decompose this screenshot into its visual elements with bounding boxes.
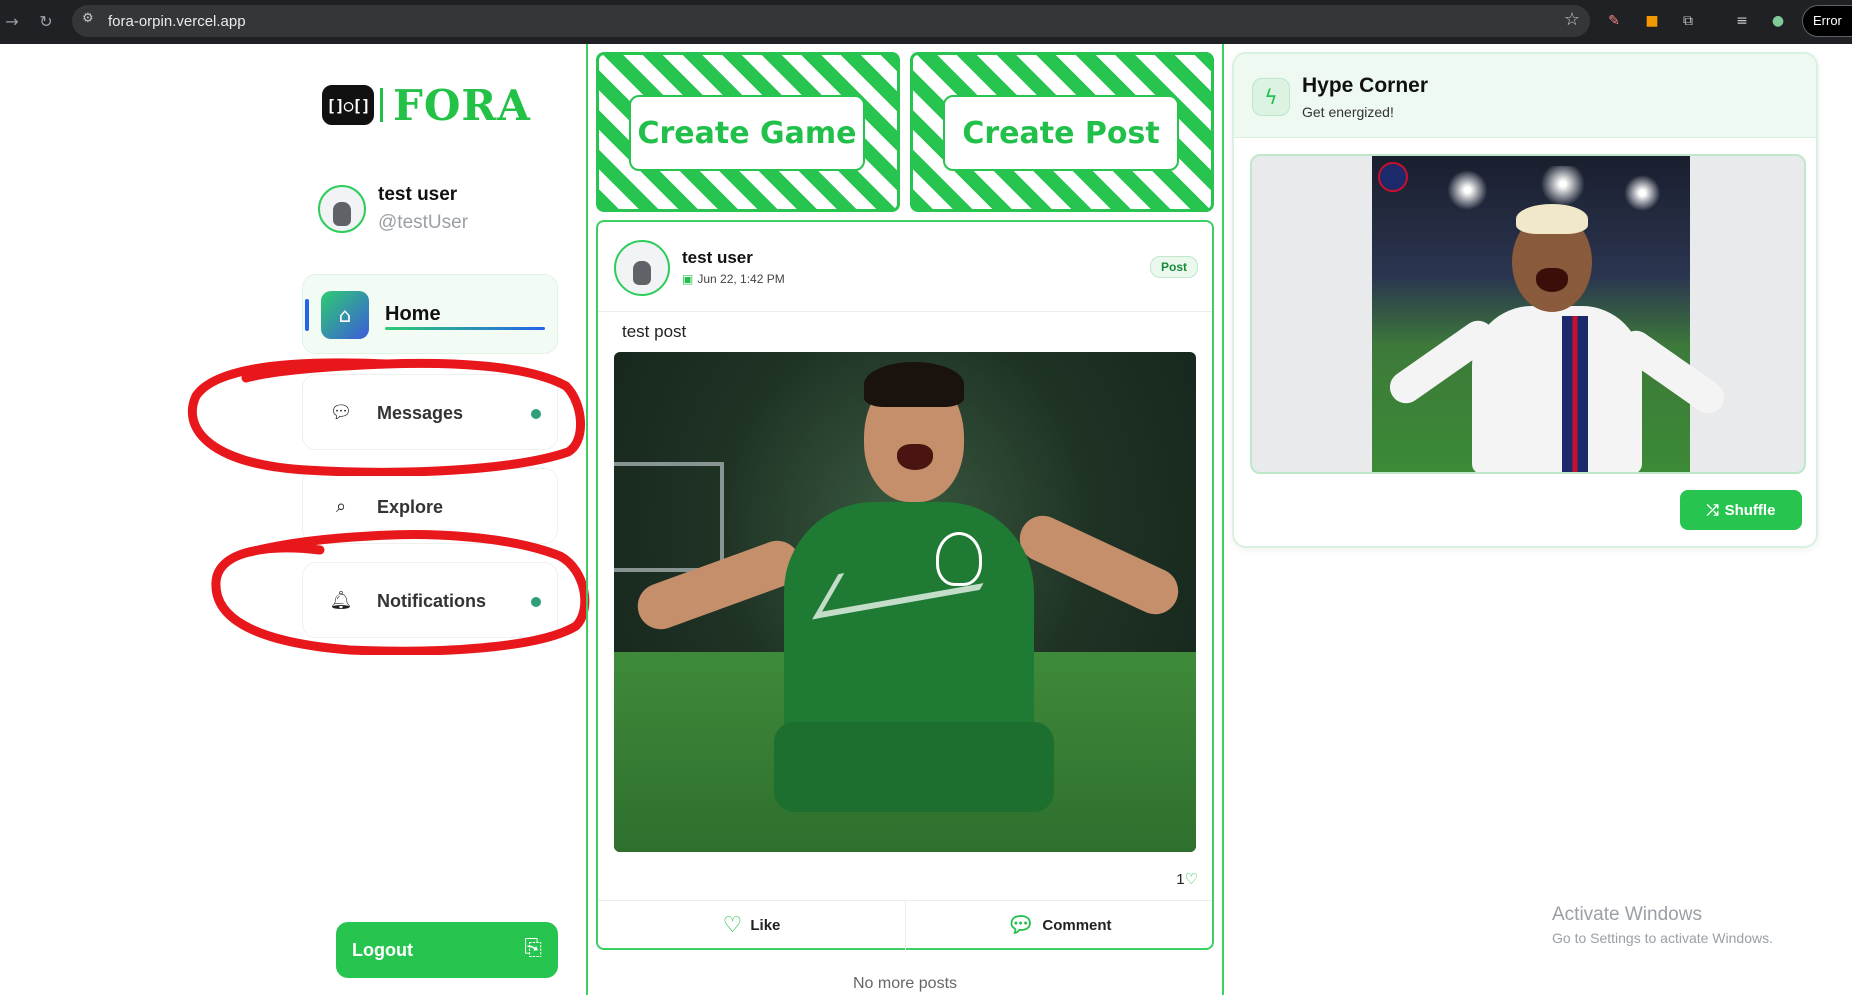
user-handle: @testUser	[378, 212, 469, 233]
player-jersey	[784, 502, 1034, 752]
logo-wordmark: FORA	[393, 80, 531, 130]
hype-header: ϟ Hype Corner Get energized!	[1234, 54, 1816, 138]
shuffle-label: Shuffle	[1724, 502, 1776, 519]
goal-frame	[614, 462, 724, 572]
reading-list-icon[interactable]: ≡	[1732, 11, 1752, 31]
logo-divider	[380, 88, 383, 122]
bell-icon: 🔔︎	[329, 590, 353, 611]
player-hair	[864, 362, 964, 407]
nav-item-explore[interactable]: ⌕ Explore	[302, 468, 558, 544]
feed-left-border	[586, 44, 588, 995]
player-arm-right	[1012, 508, 1186, 622]
logo-mark-icon: []○[]	[322, 85, 374, 125]
feed-end-message: No more posts	[852, 975, 958, 992]
post-author-name[interactable]: test user	[682, 248, 753, 268]
comment-label: Comment	[1042, 917, 1112, 934]
extension-icon[interactable]: ■	[1642, 11, 1662, 31]
error-button[interactable]: Error	[1802, 5, 1852, 37]
post-image[interactable]	[614, 352, 1196, 852]
post-text: test post	[622, 322, 687, 341]
logout-label: Logout	[352, 940, 413, 960]
logo-mark-text: []○[]	[326, 95, 370, 115]
hype-corner-card: ϟ Hype Corner Get energized! ⤮ Shuffle	[1232, 52, 1818, 548]
hype-image[interactable]	[1372, 156, 1731, 472]
nav-item-messages[interactable]: 💬︎ Messages	[302, 374, 558, 450]
create-game-label: Create Game	[637, 115, 857, 151]
unread-dot	[531, 409, 541, 419]
nav-messages-label: Messages	[377, 403, 464, 423]
create-game-button[interactable]: Create Game	[596, 52, 900, 212]
back-icon[interactable]: →	[0, 10, 24, 34]
create-post-label: Create Post	[962, 115, 1160, 151]
post-timestamp: ▣ Jun 22, 1:42 PM	[682, 272, 785, 286]
comment-icon: 💬︎	[1006, 913, 1035, 938]
address-bar[interactable]: ⚙ fora-orpin.vercel.app ☆	[72, 5, 1590, 37]
unread-dot	[531, 597, 541, 607]
user-display-name: test user	[378, 184, 458, 205]
nav-item-home[interactable]: ⌂ Home	[302, 274, 558, 354]
avatar-silhouette-icon	[633, 261, 651, 285]
post-type-badge: Post	[1149, 256, 1198, 278]
club-crest-icon	[1378, 162, 1408, 192]
player-hair	[1516, 204, 1588, 234]
player-shorts	[774, 722, 1054, 812]
activate-title: Activate Windows	[1552, 904, 1702, 925]
avatar-silhouette-icon	[333, 202, 351, 226]
url-text[interactable]: fora-orpin.vercel.app	[108, 13, 246, 30]
active-indicator	[305, 299, 309, 331]
jersey-crest-icon	[936, 532, 982, 586]
like-label: Like	[750, 917, 781, 934]
pen-extension-icon[interactable]: ✎	[1604, 11, 1624, 31]
avatar	[318, 185, 366, 233]
chat-bubble-icon: 💬︎	[329, 402, 353, 423]
extensions-icon[interactable]: ⧉	[1678, 11, 1698, 31]
activate-subtitle: Go to Settings to activate Windows.	[1552, 930, 1773, 946]
calendar-icon: ▣	[682, 272, 694, 286]
like-count-number: 1	[1176, 871, 1185, 888]
post-author-avatar[interactable]	[614, 240, 670, 296]
post-header: test user ▣ Jun 22, 1:42 PM Post	[598, 222, 1212, 312]
player-mouth	[1536, 268, 1568, 292]
post-actions: ♡ Like 💬︎ Comment	[598, 900, 1212, 950]
post-card: test user ▣ Jun 22, 1:42 PM Post test pos…	[596, 220, 1214, 950]
nav-item-notifications[interactable]: 🔔︎ Notifications	[302, 562, 558, 638]
active-underline	[385, 327, 545, 330]
bookmark-star-icon[interactable]: ☆	[1564, 9, 1580, 30]
post-date-text: Jun 22, 1:42 PM	[697, 272, 785, 286]
feed-right-border	[1222, 44, 1224, 995]
nav-home-label: Home	[385, 303, 441, 325]
nav-explore-label: Explore	[377, 497, 444, 517]
reload-icon[interactable]: ↻	[34, 10, 58, 34]
hype-subtitle: Get energized!	[1302, 104, 1394, 120]
hype-image-frame	[1250, 154, 1806, 474]
shuffle-button[interactable]: ⤮ Shuffle	[1680, 490, 1802, 530]
lightning-bolt-icon: ϟ	[1252, 78, 1290, 116]
error-label: Error	[1813, 13, 1842, 28]
home-icon: ⌂	[321, 291, 369, 339]
profile-icon[interactable]: ●	[1768, 11, 1788, 31]
browser-toolbar: → ↻ ⚙ fora-orpin.vercel.app ☆ ✎ ■ ⧉ ≡ ● …	[0, 0, 1852, 44]
fora-logo[interactable]: []○[] FORA	[322, 81, 531, 130]
comment-button[interactable]: 💬︎ Comment	[905, 901, 1212, 950]
logout-icon: ⎘	[524, 936, 542, 961]
hype-title: Hype Corner	[1302, 74, 1429, 97]
site-settings-icon[interactable]: ⚙	[82, 11, 94, 26]
logout-button[interactable]: Logout ⎘	[336, 922, 558, 978]
player-shirt	[1472, 306, 1642, 472]
heart-icon: ♡	[1184, 870, 1198, 888]
create-post-button[interactable]: Create Post	[910, 52, 1214, 212]
player-mouth	[897, 444, 933, 470]
shuffle-icon: ⤮	[1706, 501, 1719, 519]
shirt-stripe	[1562, 316, 1588, 472]
like-button[interactable]: ♡ Like	[598, 901, 905, 950]
nav-notifications-label: Notifications	[377, 591, 487, 611]
avatar	[614, 240, 670, 296]
search-icon: ⌕	[335, 496, 347, 517]
windows-activation-watermark: Activate Windows Go to Settings to activ…	[1552, 904, 1773, 946]
like-count: 1♡	[1176, 870, 1198, 888]
user-profile[interactable]: test user @testUser	[318, 184, 468, 234]
heart-icon: ♡	[722, 913, 743, 938]
